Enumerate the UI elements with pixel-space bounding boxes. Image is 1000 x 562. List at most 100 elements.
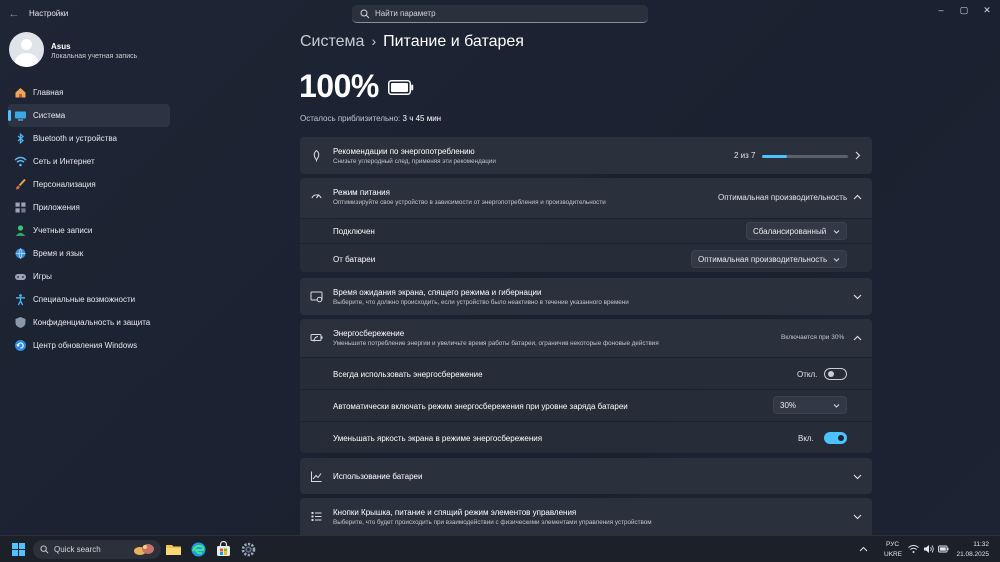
edge-icon[interactable] (190, 541, 207, 558)
screen-sleep-card[interactable]: Время ожидания экрана, спящего режима и … (300, 278, 872, 315)
gamepad-icon (15, 274, 26, 280)
always-energy-saver-label: Всегда использовать энергосбережение (333, 370, 483, 379)
sidebar-nav: Главная Система Bluetooth и устройства С… (8, 81, 170, 357)
chevron-down-icon (853, 474, 862, 480)
energy-saver-status: Включается при 30% (781, 334, 845, 341)
settings-window: ← Настройки Найти параметр – ▢ ✕ Asus Ло… (0, 0, 1000, 535)
dim-screen-toggle[interactable] (824, 432, 847, 444)
search-highlight-icon (134, 544, 154, 555)
on-battery-dropdown[interactable]: Оптимальная производительность (691, 250, 847, 268)
energy-saver-subtitle: Уменьшите потребление энергии и увеличьт… (333, 340, 659, 347)
battery-tray-icon[interactable] (938, 544, 949, 554)
taskbar-search-text: Quick search (54, 545, 101, 554)
system-icon (15, 111, 26, 121)
profile-name: Asus (51, 42, 71, 51)
plugged-in-label: Подключен (333, 227, 375, 236)
on-battery-row: От батареи Оптимальная производительност… (300, 244, 872, 272)
maximize-button[interactable]: ▢ (953, 3, 975, 17)
power-mode-icon (311, 194, 322, 199)
sidebar-item-label: Конфиденциальность и защита (33, 318, 151, 327)
minimize-button[interactable]: – (930, 3, 952, 17)
profile-account-type: Локальная учетная запись (51, 53, 138, 60)
recommendations-count: 2 из 7 (734, 151, 756, 160)
sidebar-item-label: Время и язык (33, 249, 84, 258)
clock-date[interactable]: 21.08.2025 (953, 551, 989, 558)
lid-buttons-card[interactable]: Кнопки Крышка, питание и спящий режим эл… (300, 498, 872, 535)
breadcrumb-parent[interactable]: Система (300, 33, 364, 50)
sidebar-item-apps[interactable]: Приложения (8, 196, 170, 219)
battery-icon (388, 80, 414, 95)
apps-icon (15, 202, 26, 213)
file-explorer-icon[interactable] (165, 541, 182, 558)
screen-sleep-title: Время ожидания экрана, спящего режима и … (333, 288, 542, 297)
chevron-up-icon[interactable] (859, 545, 868, 554)
screen-sleep-subtitle: Выберите, что должно происходить, если у… (333, 299, 629, 306)
sidebar-item-network[interactable]: Сеть и Интернет (8, 150, 170, 173)
title-bar: ← Настройки Найти параметр – ▢ ✕ (0, 0, 1000, 30)
taskbar-search[interactable]: Quick search (33, 540, 161, 559)
plugged-in-dropdown[interactable]: Сбалансированный (746, 222, 847, 240)
auto-energy-saver-dropdown[interactable]: 30% (773, 396, 847, 414)
power-mode-value: Оптимальная производительность (718, 193, 848, 202)
shield-icon (15, 317, 26, 328)
chevron-down-icon (833, 230, 840, 234)
dim-screen-label: Уменьшать яркость экрана в режиме энерго… (333, 434, 543, 443)
sidebar-item-privacy[interactable]: Конфиденциальность и защита (8, 311, 170, 334)
always-energy-saver-row: Всегда использовать энергосбережение Отк… (300, 358, 872, 389)
back-button[interactable]: ← (6, 6, 22, 22)
dim-screen-state: Вкл. (798, 434, 814, 443)
lid-buttons-title: Кнопки Крышка, питание и спящий режим эл… (333, 508, 577, 517)
keyboard-layout-indicator[interactable]: UKRE (884, 551, 902, 558)
globe-icon (15, 248, 26, 260)
always-energy-saver-toggle[interactable] (824, 368, 847, 380)
sidebar-item-bluetooth[interactable]: Bluetooth и устройства (8, 127, 170, 150)
recommendations-progress (762, 155, 848, 158)
always-energy-saver-state: Откл. (797, 370, 818, 379)
volume-icon[interactable] (923, 544, 934, 554)
breadcrumb: Система › Питание и батарея (300, 33, 524, 51)
chevron-up-icon[interactable] (853, 193, 862, 202)
chevron-down-icon (833, 258, 840, 262)
power-mode-card[interactable]: Режим питания Оптимизируйте свое устройс… (300, 178, 872, 218)
sidebar-item-label: Система (33, 111, 66, 120)
battery-usage-card[interactable]: Использование батареи (300, 458, 872, 494)
power-mode-title: Режим питания (333, 188, 390, 197)
sidebar-item-label: Центр обновления Windows (33, 341, 138, 350)
remaining-time: Осталось приблизительно: 3 ч 45 мин (300, 114, 441, 123)
sidebar-item-system[interactable]: Система (8, 104, 170, 127)
sidebar-item-home[interactable]: Главная (8, 81, 170, 104)
on-battery-label: От батареи (333, 255, 376, 264)
sidebar-item-accounts[interactable]: Учетные записи (8, 219, 170, 242)
language-indicator[interactable]: РУС (886, 541, 899, 548)
sidebar-item-time-language[interactable]: Время и язык (8, 242, 170, 265)
clock-time[interactable]: 11:32 (957, 541, 989, 548)
energy-saver-title: Энергосбережение (333, 329, 405, 338)
sidebar-item-gaming[interactable]: Игры (8, 265, 170, 288)
on-battery-value: Оптимальная производительность (698, 255, 828, 264)
store-icon[interactable] (215, 541, 232, 558)
sidebar-item-label: Учетные записи (33, 226, 93, 235)
sidebar-item-label: Bluetooth и устройства (33, 134, 117, 143)
chevron-up-icon[interactable] (853, 334, 862, 343)
recommendations-subtitle: Снизьте углеродный след, применяя эти ре… (333, 158, 496, 165)
home-icon (15, 88, 26, 98)
wifi-icon[interactable] (908, 544, 919, 554)
power-mode-subtitle: Оптимизируйте свое устройство в зависимо… (333, 199, 606, 206)
remaining-value: 3 ч 45 мин (402, 114, 442, 123)
sidebar-item-windows-update[interactable]: Центр обновления Windows (8, 334, 170, 357)
auto-energy-saver-row: Автоматически включать режим энергосбере… (300, 390, 872, 421)
taskbar: Quick search РУС UKRE 11:32 21.08.2025 (0, 535, 1000, 562)
sidebar-item-personalization[interactable]: Персонализация (8, 173, 170, 196)
search-input[interactable]: Найти параметр (352, 5, 648, 23)
chevron-down-icon (853, 514, 862, 520)
recommendations-card[interactable]: Рекомендации по энергопотреблению Снизьт… (300, 137, 872, 174)
update-icon (15, 340, 26, 351)
energy-saver-card[interactable]: Энергосбережение Уменьшите потребление э… (300, 319, 872, 357)
settings-app-icon[interactable] (240, 541, 257, 558)
windows-start-icon[interactable] (12, 543, 25, 556)
avatar (9, 32, 44, 67)
close-button[interactable]: ✕ (976, 3, 998, 17)
battery-saver-icon (310, 334, 323, 342)
search-placeholder: Найти параметр (375, 9, 436, 18)
sidebar-item-accessibility[interactable]: Специальные возможности (8, 288, 170, 311)
